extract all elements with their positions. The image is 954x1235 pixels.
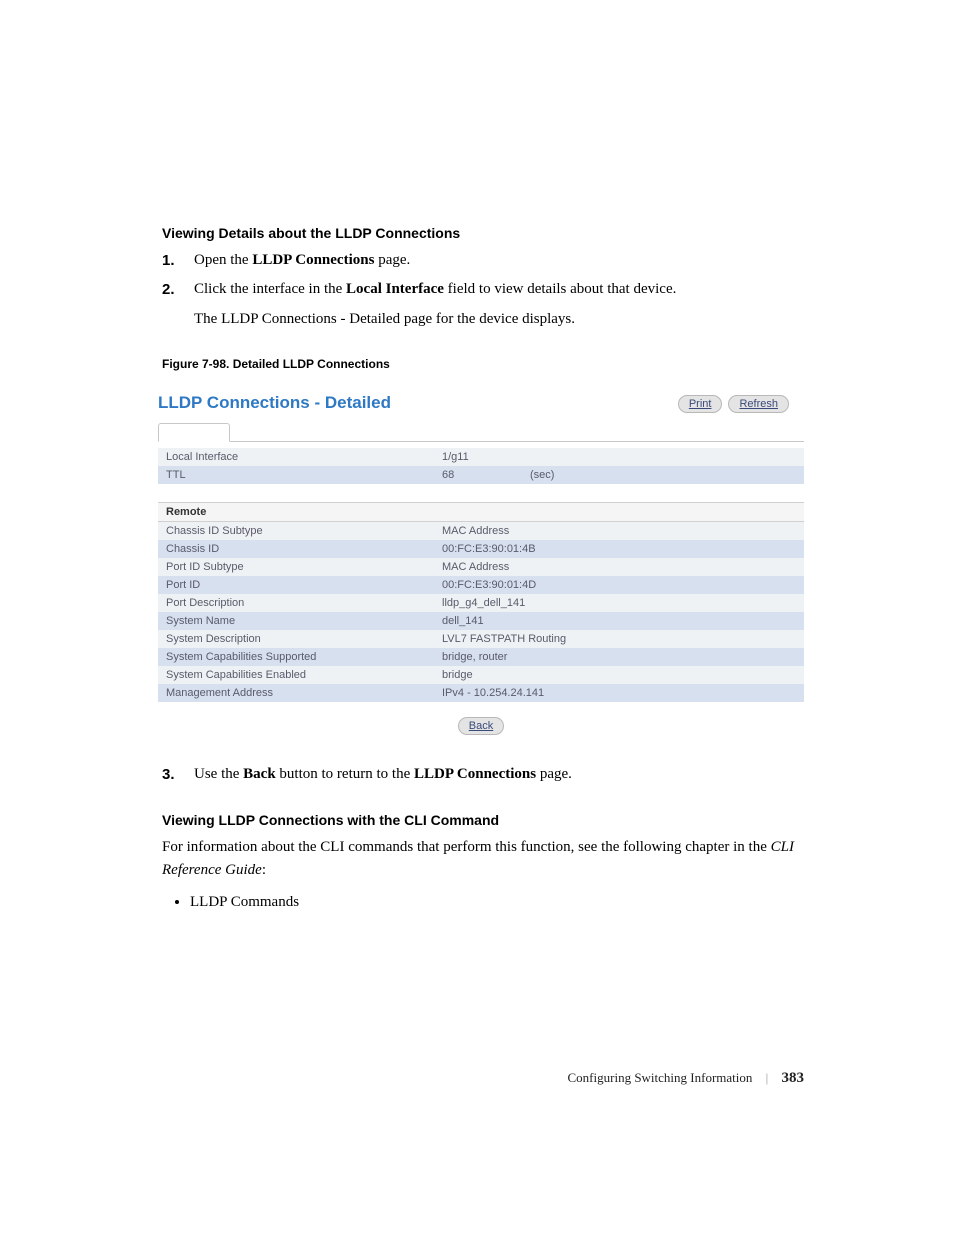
row-label: Chassis ID xyxy=(158,540,434,558)
row-value: IPv4 - 10.254.24.141 xyxy=(434,684,804,702)
row-value: bridge xyxy=(434,666,804,684)
step-2-subtext: The LLDP Connections - Detailed page for… xyxy=(194,308,804,331)
back-button[interactable]: Back xyxy=(458,717,504,735)
step-text: Open the LLDP Connections page. xyxy=(194,249,804,272)
footer-text: Configuring Switching Information xyxy=(568,1070,753,1085)
section-heading-2: Viewing LLDP Connections with the CLI Co… xyxy=(162,812,804,828)
table-row: System Namedell_141 xyxy=(158,612,804,630)
step-number: 2. xyxy=(162,278,194,301)
remote-header-row: Remote xyxy=(158,502,804,521)
page-footer: Configuring Switching Information | 383 xyxy=(568,1070,804,1087)
table-row: Management AddressIPv4 - 10.254.24.141 xyxy=(158,684,804,702)
table-row: Chassis ID00:FC:E3:90:01:4B xyxy=(158,540,804,558)
row-value: bridge, router xyxy=(434,648,804,666)
panel-buttons: Print Refresh xyxy=(678,395,789,413)
row-label: System Name xyxy=(158,612,434,630)
figure-caption: Figure 7-98. Detailed LLDP Connections xyxy=(162,357,804,371)
row-label: System Capabilities Supported xyxy=(158,648,434,666)
body-paragraph: For information about the CLI commands t… xyxy=(162,836,804,883)
row-label: Local Interface xyxy=(158,448,434,466)
refresh-button[interactable]: Refresh xyxy=(728,395,789,413)
figure-screenshot: LLDP Connections - Detailed Print Refres… xyxy=(158,383,804,735)
row-value: 00:FC:E3:90:01:4D xyxy=(434,576,804,594)
row-label: System Capabilities Enabled xyxy=(158,666,434,684)
print-button[interactable]: Print xyxy=(678,395,723,413)
page-number: 383 xyxy=(782,1070,805,1086)
row-label: System Description xyxy=(158,630,434,648)
step-number: 1. xyxy=(162,249,194,272)
row-label: Port Description xyxy=(158,594,434,612)
row-value: MAC Address xyxy=(434,558,804,576)
footer-separator: | xyxy=(766,1070,769,1085)
remote-table: Remote Chassis ID SubtypeMAC Address Cha… xyxy=(158,502,804,702)
row-label: Management Address xyxy=(158,684,434,702)
step-number: 3. xyxy=(162,763,194,786)
steps-list-2: 3. Use the Back button to return to the … xyxy=(162,763,804,786)
row-value-2: (sec) xyxy=(522,466,804,484)
table-row: Port ID SubtypeMAC Address xyxy=(158,558,804,576)
step-2: 2. Click the interface in the Local Inte… xyxy=(162,278,804,301)
steps-list-1: 1. Open the LLDP Connections page. 2. Cl… xyxy=(162,249,804,302)
table-row: System DescriptionLVL7 FASTPATH Routing xyxy=(158,630,804,648)
row-label: Chassis ID Subtype xyxy=(158,521,434,540)
row-value: 00:FC:E3:90:01:4B xyxy=(434,540,804,558)
table-row: Local Interface 1/g11 xyxy=(158,448,804,466)
page: Viewing Details about the LLDP Connectio… xyxy=(0,0,954,1235)
table-row: System Capabilities Supportedbridge, rou… xyxy=(158,648,804,666)
table-row: Port Descriptionlldp_g4_dell_141 xyxy=(158,594,804,612)
section-heading-1: Viewing Details about the LLDP Connectio… xyxy=(162,225,804,241)
row-value: dell_141 xyxy=(434,612,804,630)
row-value: lldp_g4_dell_141 xyxy=(434,594,804,612)
remote-header: Remote xyxy=(158,502,804,521)
row-value: 68 xyxy=(434,466,522,484)
row-label: TTL xyxy=(158,466,434,484)
row-label: Port ID xyxy=(158,576,434,594)
bullet-item: LLDP Commands xyxy=(190,891,804,914)
step-text: Click the interface in the Local Interfa… xyxy=(194,278,804,301)
row-value: MAC Address xyxy=(434,521,804,540)
tab-bar xyxy=(158,423,804,442)
top-table: Local Interface 1/g11 TTL 68 (sec) xyxy=(158,448,804,484)
step-1: 1. Open the LLDP Connections page. xyxy=(162,249,804,272)
row-value: 1/g11 xyxy=(434,448,522,466)
back-row: Back xyxy=(158,716,804,735)
bullet-list: LLDP Commands xyxy=(162,891,804,914)
row-label: Port ID Subtype xyxy=(158,558,434,576)
step-3: 3. Use the Back button to return to the … xyxy=(162,763,804,786)
table-row: System Capabilities Enabledbridge xyxy=(158,666,804,684)
table-row: Port ID00:FC:E3:90:01:4D xyxy=(158,576,804,594)
table-row: Chassis ID SubtypeMAC Address xyxy=(158,521,804,540)
row-value: LVL7 FASTPATH Routing xyxy=(434,630,804,648)
step-text: Use the Back button to return to the LLD… xyxy=(194,763,804,786)
row-value-2 xyxy=(522,448,804,466)
table-row: TTL 68 (sec) xyxy=(158,466,804,484)
